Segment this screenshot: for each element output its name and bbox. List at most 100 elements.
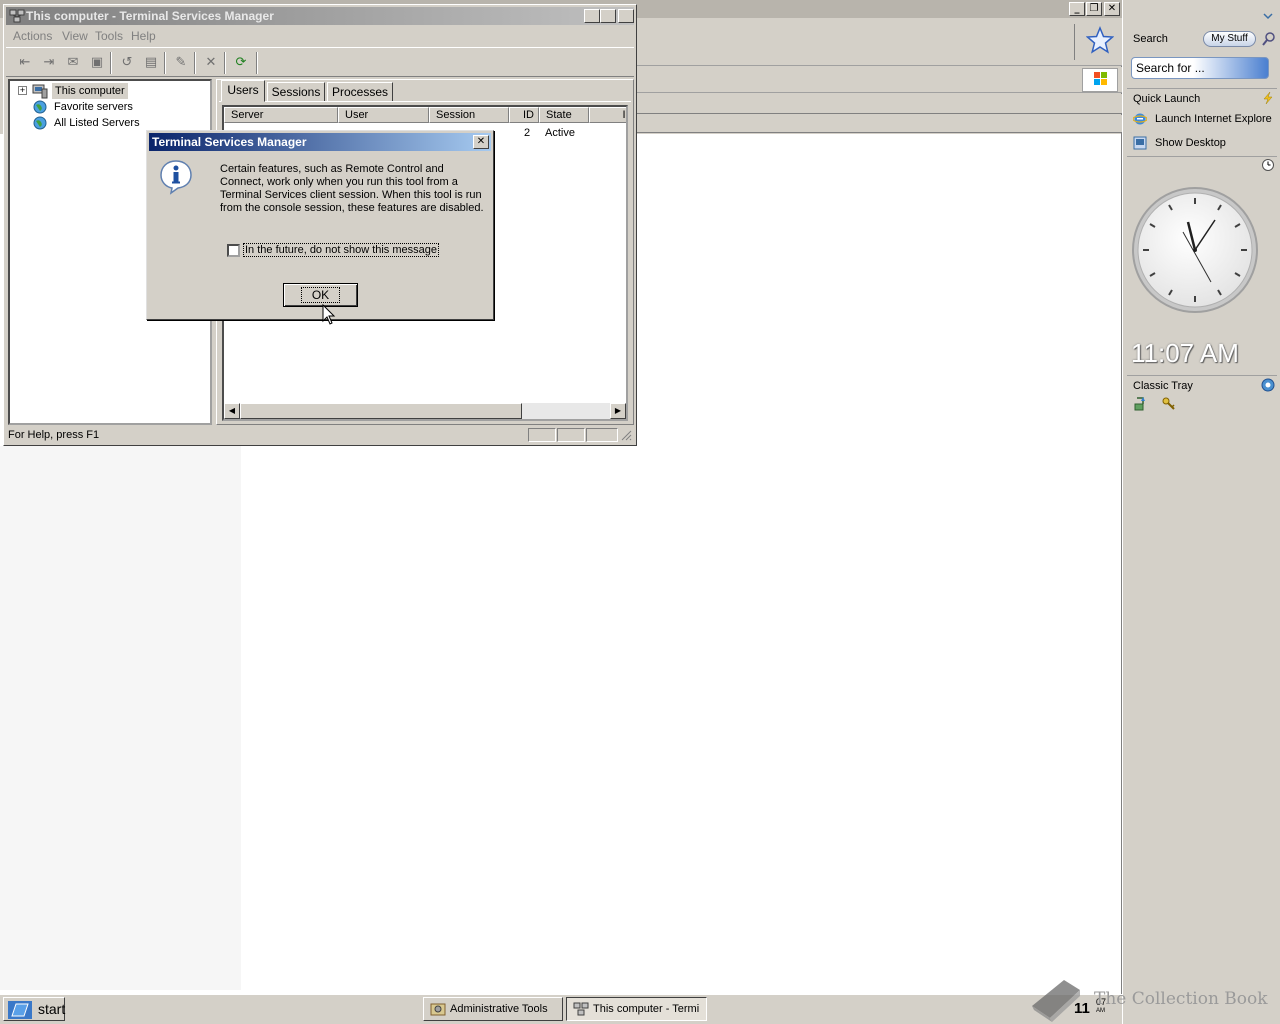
- scroll-right-icon[interactable]: ▶: [610, 403, 626, 419]
- scrollbar-thumb[interactable]: [240, 403, 522, 419]
- ok-button[interactable]: OK: [283, 283, 358, 307]
- menu-help[interactable]: Help: [131, 29, 156, 43]
- browser-left-pane: [0, 446, 241, 990]
- connect-icon[interactable]: ⇤: [14, 52, 36, 74]
- lightning-icon[interactable]: [1261, 91, 1275, 105]
- resize-grip-icon[interactable]: [620, 429, 632, 441]
- quick-launch-title: Quick Launch: [1133, 93, 1201, 105]
- refresh-icon[interactable]: ⟳: [230, 52, 252, 74]
- status-bar: For Help, press F1: [6, 427, 634, 443]
- chevron-down-icon[interactable]: [1263, 12, 1273, 20]
- dont-show-checkbox-label[interactable]: In the future, do not show this message: [243, 243, 440, 257]
- column-header-state[interactable]: State: [539, 107, 589, 123]
- quick-launch-label: Launch Internet Explore: [1155, 113, 1272, 125]
- search-icon[interactable]: [1261, 31, 1277, 47]
- status-panel: [528, 428, 556, 442]
- dialog-message: Certain features, such as Remote Control…: [220, 163, 484, 214]
- clock-small-icon[interactable]: [1261, 158, 1275, 172]
- toolbar-separator: [256, 52, 258, 74]
- cell-state: Active: [545, 127, 575, 139]
- quick-launch-internet-explorer[interactable]: Launch Internet Explore: [1133, 110, 1272, 128]
- toolbar: ⇤ ⇥ ✉ ▣ ↺ ▤ ✎ ✕ ⟳: [6, 47, 634, 77]
- menu-bar: Actions View Tools Help: [6, 27, 634, 45]
- tsm-app-icon: [9, 9, 25, 23]
- windows-sidebar: Search My Stuff Search for ... Quick Lau…: [1122, 0, 1280, 1024]
- tab-users[interactable]: Users: [221, 80, 265, 102]
- cell-id: 2: [524, 127, 531, 139]
- end-process-icon[interactable]: ✕: [200, 52, 222, 74]
- minimize-button[interactable]: _: [584, 9, 600, 23]
- scroll-left-icon[interactable]: ◀: [224, 403, 240, 419]
- watermark-text: The Collection Book: [1094, 989, 1268, 1009]
- toolbar-separator: [110, 52, 112, 74]
- address-bar-area: [636, 67, 1122, 93]
- tree-label: Favorite servers: [54, 101, 133, 113]
- remote-control-icon[interactable]: ▣: [86, 52, 108, 74]
- column-header-server[interactable]: Server: [224, 107, 338, 123]
- globe-icon: [33, 116, 47, 130]
- toolbar-divider: [1074, 24, 1075, 60]
- analog-clock: [1132, 187, 1258, 313]
- column-header-idle[interactable]: Ic: [589, 107, 626, 123]
- status-icon[interactable]: ▤: [140, 52, 162, 74]
- tab-processes[interactable]: Processes: [327, 82, 393, 102]
- dialog-titlebar[interactable]: Terminal Services Manager ✕: [149, 133, 491, 151]
- expand-icon[interactable]: +: [18, 86, 27, 95]
- status-text: For Help, press F1: [8, 429, 100, 441]
- window-title: This computer - Terminal Services Manage…: [26, 9, 274, 23]
- taskbar: start Administrative Tools This computer…: [0, 994, 1122, 1024]
- tsm-app-icon: [573, 1002, 589, 1016]
- network-tray-icon[interactable]: [1133, 396, 1149, 412]
- divider: [1127, 88, 1277, 89]
- dont-show-checkbox[interactable]: [227, 244, 240, 257]
- column-header-session[interactable]: Session: [429, 107, 509, 123]
- tab-sessions[interactable]: Sessions: [267, 82, 325, 102]
- quick-launch-show-desktop[interactable]: Show Desktop: [1133, 134, 1226, 152]
- tree-label: All Listed Servers: [54, 117, 140, 129]
- info-dialog: Terminal Services Manager ✕ Certain feat…: [146, 130, 494, 320]
- menu-actions[interactable]: Actions: [13, 29, 52, 43]
- divider: [1127, 156, 1277, 157]
- dialog-close-button[interactable]: ✕: [473, 135, 489, 149]
- close-button[interactable]: ✕: [618, 9, 634, 23]
- taskbar-item-administrative-tools[interactable]: Administrative Tools: [423, 997, 563, 1021]
- background-toolbar: [636, 18, 1122, 66]
- bg-minimize-button[interactable]: _: [1069, 2, 1085, 16]
- menu-view[interactable]: View: [62, 29, 88, 43]
- bg-restore-button[interactable]: ❐: [1086, 2, 1102, 16]
- windows-logo-icon: [1082, 68, 1118, 92]
- background-strip: [636, 115, 1122, 133]
- logoff-icon[interactable]: ✎: [170, 52, 192, 74]
- search-input[interactable]: Search for ...: [1131, 57, 1269, 79]
- mouse-cursor-icon: [322, 304, 336, 325]
- favorites-star-icon[interactable]: [1086, 26, 1114, 54]
- window-titlebar[interactable]: This computer - Terminal Services Manage…: [6, 7, 634, 25]
- horizontal-scrollbar[interactable]: ◀ ▶: [224, 403, 626, 419]
- toolbar-separator: [224, 52, 226, 74]
- quick-launch-label: Show Desktop: [1155, 137, 1226, 149]
- tab-underline: [219, 101, 631, 102]
- taskbar-item-terminal-services[interactable]: This computer - Termi: [566, 997, 707, 1021]
- start-label: start: [38, 1001, 66, 1017]
- keys-tray-icon[interactable]: [1161, 396, 1177, 412]
- information-icon: [160, 160, 192, 195]
- column-header-id[interactable]: ID: [509, 107, 539, 123]
- admin-tools-icon: [430, 1003, 446, 1016]
- tree-label: This computer: [52, 83, 128, 99]
- maximize-button[interactable]: □: [600, 9, 616, 23]
- tray-settings-icon[interactable]: [1261, 378, 1275, 392]
- taskbar-item-label: This computer - Termi: [593, 1003, 700, 1015]
- my-stuff-button[interactable]: My Stuff: [1203, 31, 1256, 47]
- send-message-icon[interactable]: ✉: [62, 52, 84, 74]
- disconnect-icon[interactable]: ⇥: [38, 52, 60, 74]
- toolbar-separator: [164, 52, 166, 74]
- bg-close-button[interactable]: ✕: [1104, 2, 1120, 16]
- menu-tools[interactable]: Tools: [95, 29, 123, 43]
- globe-icon: [33, 100, 47, 114]
- links-bar: [636, 94, 1122, 114]
- reset-icon[interactable]: ↺: [116, 52, 138, 74]
- search-title: Search: [1133, 33, 1168, 45]
- column-header-user[interactable]: User: [338, 107, 429, 123]
- start-button[interactable]: start: [3, 997, 65, 1021]
- show-desktop-icon: [1133, 136, 1147, 150]
